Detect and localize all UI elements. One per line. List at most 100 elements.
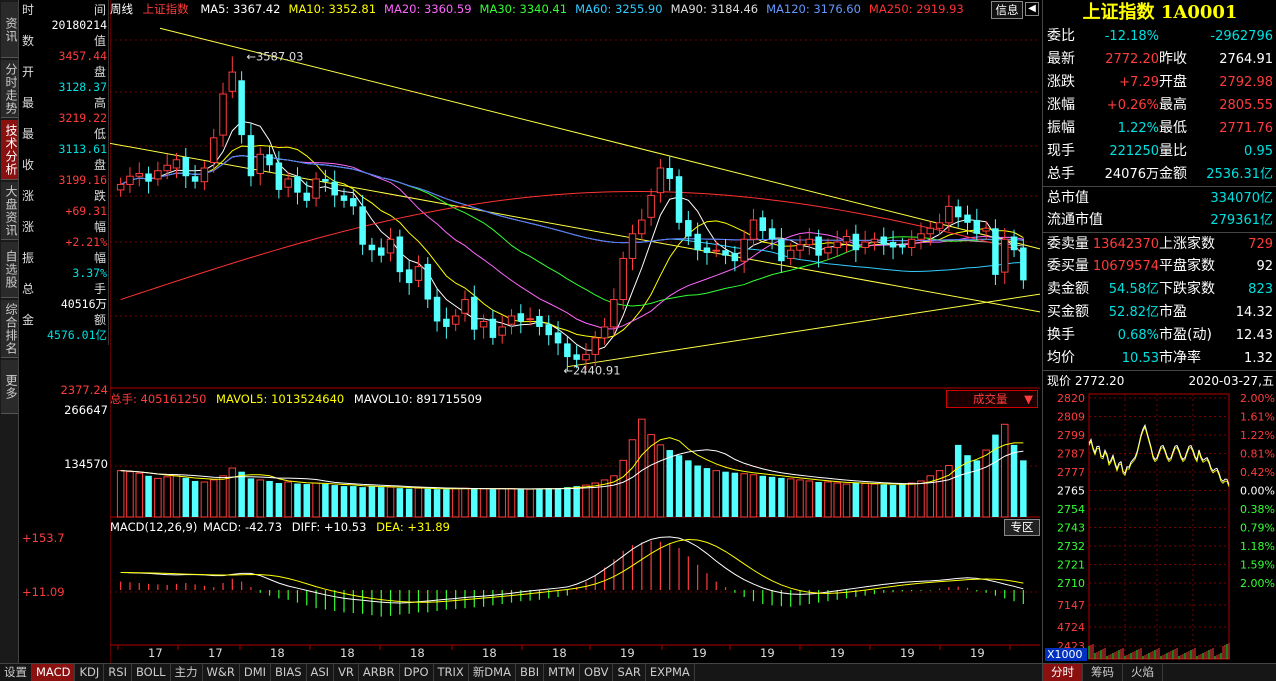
- collapse-icon[interactable]: ◀: [1025, 2, 1039, 16]
- candle-down: [359, 206, 366, 245]
- info-key: 数: [22, 34, 35, 48]
- quote-label: 现手: [1047, 143, 1075, 159]
- indicator-tab-19[interactable]: EXPMA: [646, 664, 695, 681]
- volume-bar-down: [964, 455, 971, 517]
- zone-button[interactable]: 专区: [1004, 519, 1040, 536]
- quote-value: -12.18%: [1104, 29, 1159, 44]
- kline-chart[interactable]: ←3587.03 ←2440.91 17 17 18 18 18 18 18 19 19 19 19 19…: [110, 0, 1040, 663]
- macd-axis-top: +153.7: [22, 531, 65, 545]
- x-tick-label: 17: [208, 646, 223, 660]
- candle-down: [303, 192, 311, 201]
- quote-value: 0.68%: [1117, 328, 1159, 343]
- indicator-tab-3[interactable]: RSI: [104, 664, 132, 681]
- candle-up: [796, 244, 804, 251]
- quote-row: 振幅 1.22% 最低 2771.76: [1043, 117, 1276, 140]
- indicator-tab-11[interactable]: ARBR: [359, 664, 400, 681]
- quote-label: 换手: [1047, 327, 1075, 343]
- high-annotation: ←3587.03: [246, 49, 303, 63]
- volume-bar-down: [666, 450, 673, 517]
- candle-down: [517, 313, 525, 322]
- indicator-tab-15[interactable]: BBI: [516, 664, 545, 681]
- intraday-mini-chart[interactable]: 2820 2809 2799 2787 2777 2765 2754 2743 2732 2721…: [1043, 390, 1276, 662]
- volume-bar-up: [786, 478, 795, 518]
- indicator-tab-2[interactable]: KDJ: [75, 664, 105, 681]
- info-key: 收: [22, 158, 35, 172]
- candle-down: [573, 354, 580, 360]
- info-button[interactable]: 信息: [991, 1, 1023, 19]
- indicator-tab-17[interactable]: OBV: [580, 664, 614, 681]
- indicator-tab-14[interactable]: 新DMA: [469, 664, 516, 681]
- indicator-tab-bar: 设置 MACD KDJ RSI BOLL 主力 W&R DMI BIAS ASI VR ARBR DPO…: [0, 663, 1042, 681]
- volume-bar-up: [526, 488, 534, 518]
- mini-tab-0[interactable]: 分时: [1043, 664, 1083, 681]
- left-tab-4[interactable]: 自选股: [1, 242, 18, 298]
- indicator-tab-0[interactable]: 设置: [0, 664, 32, 681]
- volume-bar-down: [471, 488, 478, 517]
- candle-down: [424, 263, 432, 300]
- left-tab-6[interactable]: 更多: [1, 360, 18, 414]
- left-tab-5[interactable]: 综合排名: [1, 300, 18, 358]
- indicator-tab-7[interactable]: DMI: [240, 664, 272, 681]
- volume-bar-down: [954, 444, 962, 517]
- mini-price-label: 7147: [1057, 599, 1085, 612]
- candle-up: [982, 227, 990, 232]
- left-tab-3[interactable]: 大盘资讯: [1, 182, 18, 240]
- x-tick-label: 18: [482, 646, 497, 660]
- volume-bar-up: [796, 479, 804, 518]
- volume-bar-up: [386, 486, 395, 518]
- left-tab-0[interactable]: 资讯: [1, 2, 18, 58]
- quote-label: 委卖量: [1047, 236, 1089, 252]
- indicator-tab-8[interactable]: BIAS: [271, 664, 307, 681]
- indicator-tab-18[interactable]: SAR: [613, 664, 646, 681]
- info-key: 手: [93, 282, 106, 296]
- x-tick-label: 19: [692, 646, 707, 660]
- indicator-tab-4[interactable]: BOLL: [132, 664, 171, 681]
- candle-down: [433, 296, 441, 322]
- quote-label: 市净率: [1159, 350, 1201, 366]
- info-value: 3199.16: [58, 173, 107, 187]
- mini-price-label: 2809: [1057, 411, 1085, 424]
- volume-bar-up: [591, 482, 600, 518]
- mini-tab-2[interactable]: 火焰: [1123, 664, 1163, 681]
- indicator-select[interactable]: 成交量 ▼: [946, 390, 1038, 408]
- indicator-tab-5[interactable]: 主力: [171, 664, 203, 681]
- indicator-tab-12[interactable]: DPO: [400, 664, 434, 681]
- candle-down: [899, 244, 906, 248]
- macd-value: MACD: -42.73: [203, 520, 283, 534]
- volume-bar-down: [899, 484, 906, 517]
- volume-bar-up: [740, 473, 748, 518]
- x-tick-label: 18: [552, 646, 567, 660]
- quote-value: 2536.31亿: [1206, 167, 1273, 182]
- mavol5-value: MAVOL5: 1013524640: [216, 392, 345, 406]
- volume-bar-up: [842, 483, 851, 518]
- indicator-tab-16[interactable]: MTM: [544, 664, 581, 681]
- indicator-tab-6[interactable]: W&R: [203, 664, 240, 681]
- indicator-tab-10[interactable]: VR: [334, 664, 359, 681]
- volume-bar-up: [172, 475, 181, 518]
- quote-label: 开盘: [1159, 74, 1187, 90]
- volume-bar-up: [498, 488, 506, 518]
- left-tab-1[interactable]: 分时走势: [1, 60, 18, 118]
- mini-pct-label: 0.38%: [1240, 503, 1275, 516]
- left-tab-2[interactable]: 技术分析: [1, 120, 18, 180]
- candle-down: [368, 244, 376, 251]
- candle-down: [880, 236, 888, 245]
- quote-row: 换手 0.68% 市盈(动) 12.43: [1043, 324, 1276, 347]
- index-name: 上证指数: [142, 2, 189, 16]
- volume-bar-down: [759, 475, 767, 517]
- indicator-tab-13[interactable]: TRIX: [434, 664, 469, 681]
- volume-bar-up: [200, 481, 209, 518]
- quote-value: 823: [1248, 282, 1273, 297]
- candle-down: [294, 176, 301, 193]
- indicator-tab-9[interactable]: ASI: [307, 664, 335, 681]
- indicator-tab-1[interactable]: MACD: [32, 664, 76, 681]
- volume-bar-down: [489, 489, 497, 517]
- quote-row: 买金额 52.82亿 市盈 14.32: [1043, 301, 1276, 324]
- candle-down: [666, 167, 673, 179]
- info-value: 3219.22: [58, 111, 107, 125]
- mini-unit-label: X1000: [1047, 648, 1083, 661]
- candle-down: [350, 198, 357, 207]
- info-value: 3113.61: [58, 142, 107, 156]
- candle-down: [954, 206, 962, 218]
- mini-tab-1[interactable]: 筹码: [1083, 664, 1123, 681]
